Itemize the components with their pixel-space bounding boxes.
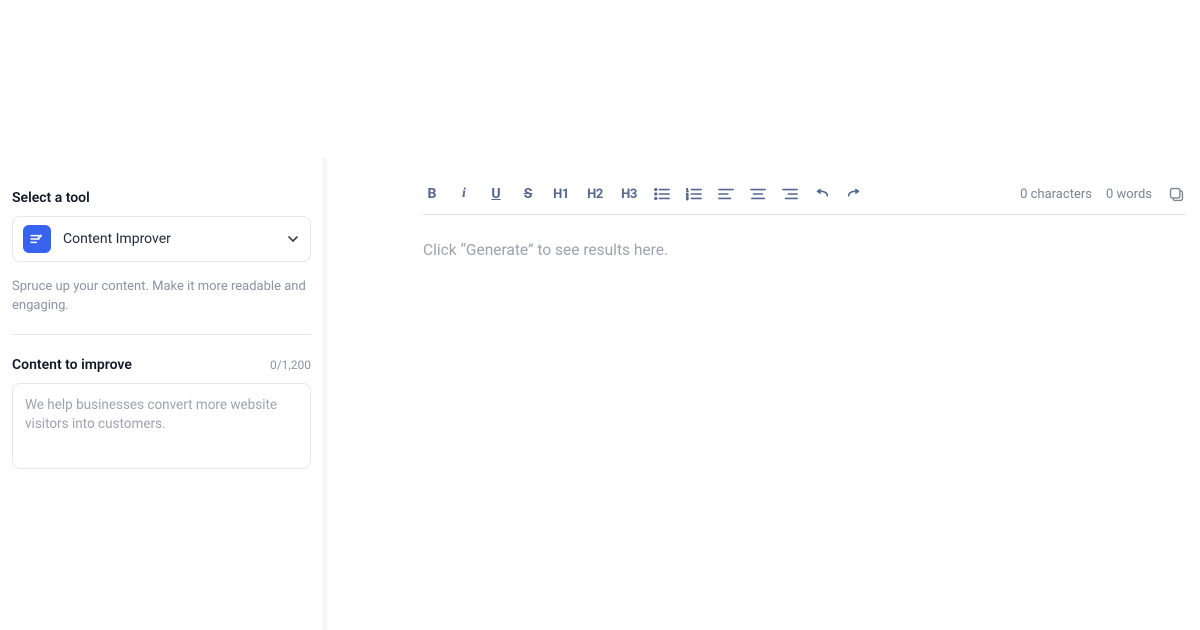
- editor-panel: B i U S H1 H2 H3 123: [423, 160, 1200, 630]
- content-char-count: 0/1,200: [270, 358, 311, 372]
- divider: [12, 334, 311, 335]
- align-center-button[interactable]: [749, 187, 767, 201]
- h2-button[interactable]: H2: [585, 187, 605, 202]
- tool-description: Spruce up your content. Make it more rea…: [12, 278, 311, 316]
- character-count: 0 characters: [1020, 187, 1092, 202]
- word-count: 0 words: [1106, 187, 1152, 202]
- editor-stats: 0 characters 0 words: [1020, 184, 1186, 204]
- bold-button[interactable]: B: [423, 186, 441, 202]
- content-to-improve-label: Content to improve: [12, 357, 132, 373]
- align-right-button[interactable]: [781, 187, 799, 201]
- undo-button[interactable]: [813, 187, 831, 201]
- editor-toolbar: B i U S H1 H2 H3 123: [423, 186, 863, 202]
- redo-button[interactable]: [845, 187, 863, 201]
- italic-button[interactable]: i: [455, 186, 473, 202]
- numbered-list-button[interactable]: 123: [685, 187, 703, 201]
- content-improver-icon: [23, 225, 51, 253]
- tool-select-dropdown[interactable]: Content Improver: [12, 216, 311, 262]
- editor-placeholder[interactable]: Click “Generate” to see results here.: [423, 215, 1186, 259]
- content-input[interactable]: [12, 383, 311, 469]
- align-left-button[interactable]: [717, 187, 735, 201]
- svg-text:3: 3: [686, 196, 689, 201]
- tool-name: Content Improver: [63, 231, 286, 247]
- strikethrough-button[interactable]: S: [519, 186, 537, 202]
- h3-button[interactable]: H3: [619, 187, 639, 202]
- sidebar: Select a tool Content Improver Spruce up…: [0, 160, 323, 630]
- select-tool-label: Select a tool: [12, 190, 311, 206]
- underline-button[interactable]: U: [487, 186, 505, 202]
- bullet-list-button[interactable]: [653, 187, 671, 201]
- panel-separator: [323, 160, 423, 630]
- copy-button[interactable]: [1166, 184, 1186, 204]
- h1-button[interactable]: H1: [551, 187, 571, 202]
- chevron-down-icon: [286, 232, 300, 246]
